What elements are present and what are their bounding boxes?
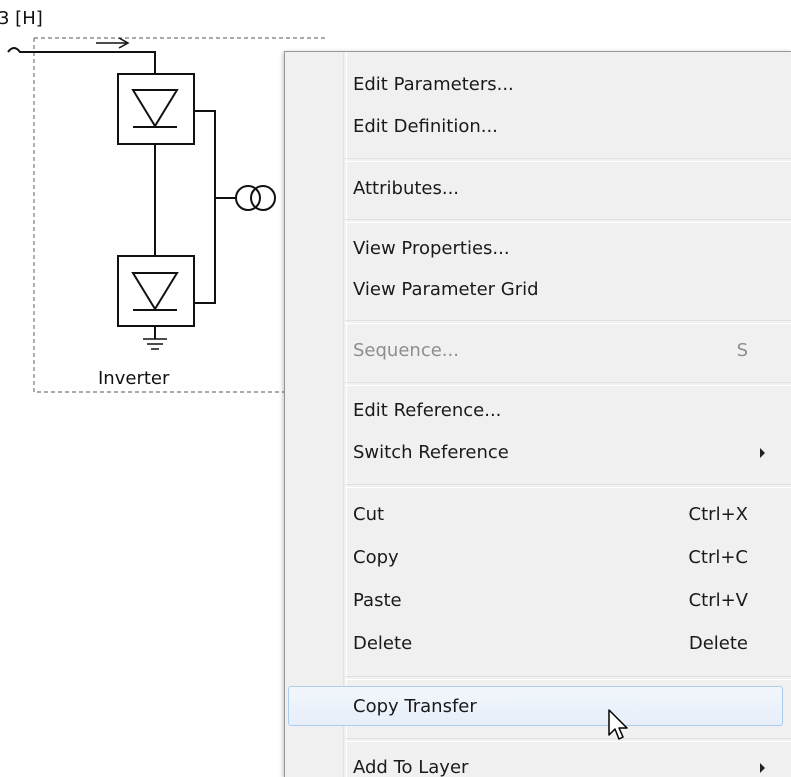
menu-item-view-parameter-grid[interactable]: View Parameter Grid xyxy=(285,270,791,310)
menu-item-label: Delete xyxy=(353,633,413,654)
menu-item-label: Edit Definition... xyxy=(353,116,498,137)
menu-separator xyxy=(345,219,791,223)
menu-item-edit-parameters[interactable]: Edit Parameters... xyxy=(285,65,791,105)
menu-item-label: Paste xyxy=(353,590,402,611)
menu-item-label: Copy xyxy=(353,547,399,568)
upper-thyristor[interactable] xyxy=(117,73,195,145)
bus-label: 3 [H] xyxy=(0,8,43,29)
menu-item-edit-reference[interactable]: Edit Reference... xyxy=(285,391,791,431)
menu-item-shortcut: Ctrl+C xyxy=(688,547,748,568)
menu-separator xyxy=(345,158,791,162)
menu-item-attributes[interactable]: Attributes... xyxy=(285,169,791,209)
menu-item-shortcut: Ctrl+X xyxy=(688,504,748,525)
menu-separator xyxy=(345,320,791,324)
menu-item-copy-transfer[interactable]: Copy Transfer xyxy=(288,686,783,726)
menu-item-copy[interactable]: Copy Ctrl+C xyxy=(285,538,791,578)
submenu-arrow-icon xyxy=(760,763,765,773)
menu-item-label: View Properties... xyxy=(353,238,510,259)
component-label-inverter: Inverter xyxy=(98,368,170,389)
menu-item-add-to-layer[interactable]: Add To Layer xyxy=(285,748,791,777)
menu-item-paste[interactable]: Paste Ctrl+V xyxy=(285,581,791,621)
menu-item-edit-definition[interactable]: Edit Definition... xyxy=(285,107,791,147)
menu-item-shortcut: S xyxy=(736,340,748,361)
menu-item-label: Copy Transfer xyxy=(353,696,477,717)
menu-item-label: Switch Reference xyxy=(353,442,509,463)
lower-thyristor[interactable] xyxy=(117,255,195,327)
ground-icon xyxy=(143,326,167,350)
menu-item-label: View Parameter Grid xyxy=(353,279,539,300)
menu-item-label: Cut xyxy=(353,504,385,525)
context-menu[interactable]: Edit Parameters... Edit Definition... At… xyxy=(284,51,791,777)
menu-item-sequence: Sequence... S xyxy=(285,331,791,371)
menu-item-view-properties[interactable]: View Properties... xyxy=(285,229,791,269)
menu-item-label: Sequence... xyxy=(353,340,459,361)
menu-item-switch-reference[interactable]: Switch Reference xyxy=(285,433,791,473)
menu-item-label: Add To Layer xyxy=(353,757,469,777)
input-wire xyxy=(7,47,156,74)
control-wires xyxy=(194,110,236,304)
transformer-icon[interactable] xyxy=(235,185,276,211)
menu-separator xyxy=(345,484,791,488)
menu-separator xyxy=(345,676,791,680)
menu-item-shortcut: Delete xyxy=(688,633,748,654)
menu-item-label: Attributes... xyxy=(353,178,460,199)
submenu-arrow-icon xyxy=(760,448,765,458)
flow-arrow-icon xyxy=(96,37,130,49)
menu-item-delete[interactable]: Delete Delete xyxy=(285,624,791,664)
menu-separator xyxy=(345,738,791,742)
menu-item-shortcut: Ctrl+V xyxy=(688,590,748,611)
menu-item-label: Edit Reference... xyxy=(353,400,502,421)
menu-item-label: Edit Parameters... xyxy=(353,74,514,95)
mouse-cursor-icon xyxy=(608,709,628,740)
menu-separator xyxy=(345,382,791,386)
menu-item-cut[interactable]: Cut Ctrl+X xyxy=(285,495,791,535)
